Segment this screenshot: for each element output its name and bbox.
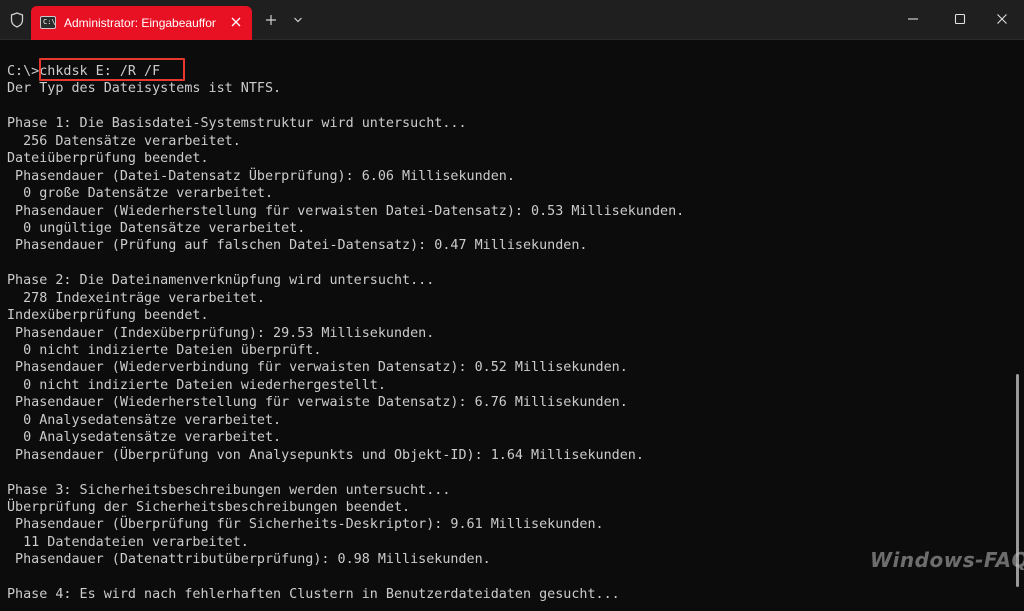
output-line: Phasendauer (Überprüfung von Analysepunk… — [7, 447, 644, 463]
output-line: 278 Indexeinträge verarbeitet. — [7, 290, 265, 306]
terminal-icon-text: C:\ — [43, 18, 56, 26]
output-line: 256 Datensätze verarbeitet. — [7, 133, 241, 149]
output-line: Phasendauer (Datenattributüberprüfung): … — [7, 552, 491, 568]
output-line: 11 Datendateien verarbeitet. — [7, 534, 249, 550]
terminal-output: C:\>chkdsk E: /R /F Der Typ des Dateisyst… — [7, 63, 1012, 604]
minimize-icon[interactable] — [890, 0, 936, 38]
output-line: 0 ungültige Datensätze verarbeitet. — [7, 220, 306, 236]
shield-icon — [6, 9, 28, 31]
output-line: Indexüberprüfung beendet. — [7, 308, 209, 324]
output-line: Überprüfung der Sicherheitsbeschreibunge… — [7, 499, 411, 515]
output-line: Phase 1: Die Basisdatei-Systemstruktur w… — [7, 116, 467, 132]
title-bar: C:\ Administrator: Eingabeauffon — [0, 0, 1024, 40]
output-line: 0 nicht indizierte Dateien überprüft. — [7, 343, 322, 358]
output-line: Phasendauer (Indexüberprüfung): 29.53 Mi… — [7, 325, 435, 341]
output-line: Phase 4: Es wird nach fehlerhaften Clust… — [7, 587, 620, 603]
maximize-icon[interactable] — [937, 0, 983, 38]
terminal-area[interactable]: C:\>chkdsk E: /R /F Der Typ des Dateisyst… — [0, 40, 1024, 611]
output-line: Phase 3: Sicherheitsbeschreibungen werde… — [7, 482, 451, 498]
output-line: Phasendauer (Wiederherstellung für verwa… — [7, 395, 628, 411]
output-line: Dateiüberprüfung beendet. — [7, 151, 209, 167]
output-line: 0 Analysedatensätze verarbeitet. — [7, 430, 282, 446]
tab-administrator[interactable]: C:\ Administrator: Eingabeauffon — [31, 6, 252, 40]
tab-title: Administrator: Eingabeauffon — [64, 16, 216, 30]
output-line: Der Typ des Dateisystems ist NTFS. — [7, 81, 282, 97]
output-line: Phase 2: Die Dateinamenverknüpfung wird … — [7, 273, 435, 289]
output-line: Phasendauer (Datei-Datensatz Überprüfung… — [7, 168, 515, 184]
plus-icon[interactable] — [260, 9, 282, 31]
output-line: Phasendauer (Wiederherstellung für verwa… — [7, 203, 685, 219]
close-icon[interactable] — [226, 12, 246, 32]
window-close-icon[interactable] — [979, 0, 1024, 38]
output-line: 0 nicht indizierte Dateien wiederhergest… — [7, 377, 386, 393]
output-line: Phasendauer (Überprüfung für Sicherheits… — [7, 517, 604, 533]
output-line: Phasendauer (Wiederverbindung für verwai… — [7, 360, 628, 376]
terminal-icon: C:\ — [40, 16, 56, 29]
watermark: Windows-FAQ — [870, 548, 1024, 572]
output-line: Phasendauer (Prüfung auf falschen Datei-… — [7, 238, 588, 254]
output-line: 0 große Datensätze verarbeitet. — [7, 186, 274, 202]
output-line: 0 Analysedatensätze verarbeitet. — [7, 412, 282, 428]
command-highlight-box — [39, 58, 185, 81]
chevron-down-icon[interactable] — [287, 9, 309, 31]
